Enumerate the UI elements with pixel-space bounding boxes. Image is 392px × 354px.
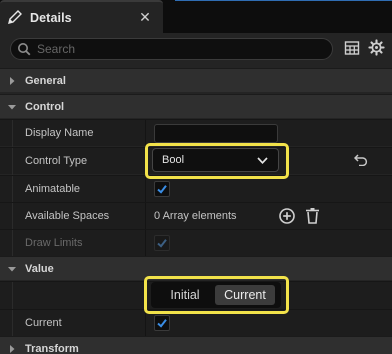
display-name-field[interactable] bbox=[154, 124, 278, 143]
category-transform[interactable]: Transform bbox=[0, 336, 392, 354]
search-icon bbox=[18, 43, 31, 56]
property-row-display-name: Display Name bbox=[0, 119, 392, 147]
chevron-right-icon bbox=[10, 77, 15, 85]
search-row bbox=[0, 33, 392, 63]
add-element-icon[interactable] bbox=[278, 207, 296, 225]
current-mode-button[interactable]: Current bbox=[215, 285, 275, 305]
pencil-icon bbox=[8, 10, 22, 24]
column-divider[interactable] bbox=[145, 310, 146, 337]
indent-guide bbox=[12, 203, 13, 230]
property-label: Control Type bbox=[25, 155, 88, 167]
property-label: Available Spaces bbox=[25, 210, 110, 222]
draw-limits-checkbox bbox=[154, 235, 170, 251]
column-divider[interactable] bbox=[145, 203, 146, 230]
gear-icon[interactable] bbox=[368, 39, 385, 56]
indent-guide bbox=[12, 176, 13, 203]
array-count: 0 Array elements bbox=[154, 210, 237, 222]
category-label: Transform bbox=[25, 343, 79, 354]
trash-icon[interactable] bbox=[305, 207, 320, 224]
initial-mode-button[interactable]: Initial bbox=[156, 285, 214, 305]
current-value-checkbox[interactable] bbox=[154, 315, 170, 331]
chevron-right-icon bbox=[10, 345, 15, 353]
property-row-available-spaces: Available Spaces 0 Array elements bbox=[0, 202, 392, 230]
column-divider[interactable] bbox=[145, 120, 146, 147]
checkmark-icon bbox=[157, 185, 167, 194]
column-divider[interactable] bbox=[145, 176, 146, 203]
category-control[interactable]: Control bbox=[0, 94, 392, 118]
tab-title: Details bbox=[30, 11, 72, 25]
indent-guide bbox=[12, 230, 13, 257]
search-input[interactable] bbox=[37, 41, 327, 57]
chevron-down-icon bbox=[257, 157, 268, 165]
table-view-icon[interactable] bbox=[344, 40, 360, 56]
checkmark-icon bbox=[157, 319, 167, 328]
property-row-animatable: Animatable bbox=[0, 175, 392, 203]
value-mode-toggle: Initial Current bbox=[151, 282, 281, 308]
close-tab-button[interactable]: ✕ bbox=[136, 8, 154, 26]
animatable-checkbox[interactable] bbox=[154, 181, 170, 197]
tab-accent-line bbox=[175, 0, 392, 1]
tab-details[interactable]: Details ✕ bbox=[0, 0, 163, 33]
dropdown-value: Bool bbox=[162, 154, 185, 166]
control-type-dropdown[interactable]: Bool bbox=[152, 148, 279, 172]
property-label: Current bbox=[25, 317, 62, 329]
indent-guide bbox=[12, 310, 13, 337]
tab-strip: Details ✕ bbox=[0, 0, 392, 33]
chevron-down-icon bbox=[8, 105, 16, 110]
checkmark-icon bbox=[157, 239, 167, 248]
property-label: Animatable bbox=[25, 183, 81, 195]
category-label: General bbox=[25, 75, 66, 87]
column-divider[interactable] bbox=[145, 230, 146, 257]
category-label: Value bbox=[25, 263, 54, 275]
chevron-down-icon bbox=[8, 267, 16, 272]
property-row-draw-limits: Draw Limits bbox=[0, 229, 392, 257]
category-general[interactable]: General bbox=[0, 68, 392, 92]
indent-guide bbox=[12, 120, 13, 147]
property-label: Display Name bbox=[25, 127, 94, 139]
property-label: Draw Limits bbox=[25, 237, 83, 249]
search-box[interactable] bbox=[10, 38, 333, 60]
category-label: Control bbox=[25, 101, 65, 113]
indent-guide bbox=[12, 148, 13, 175]
reset-to-default-icon[interactable] bbox=[354, 154, 368, 166]
